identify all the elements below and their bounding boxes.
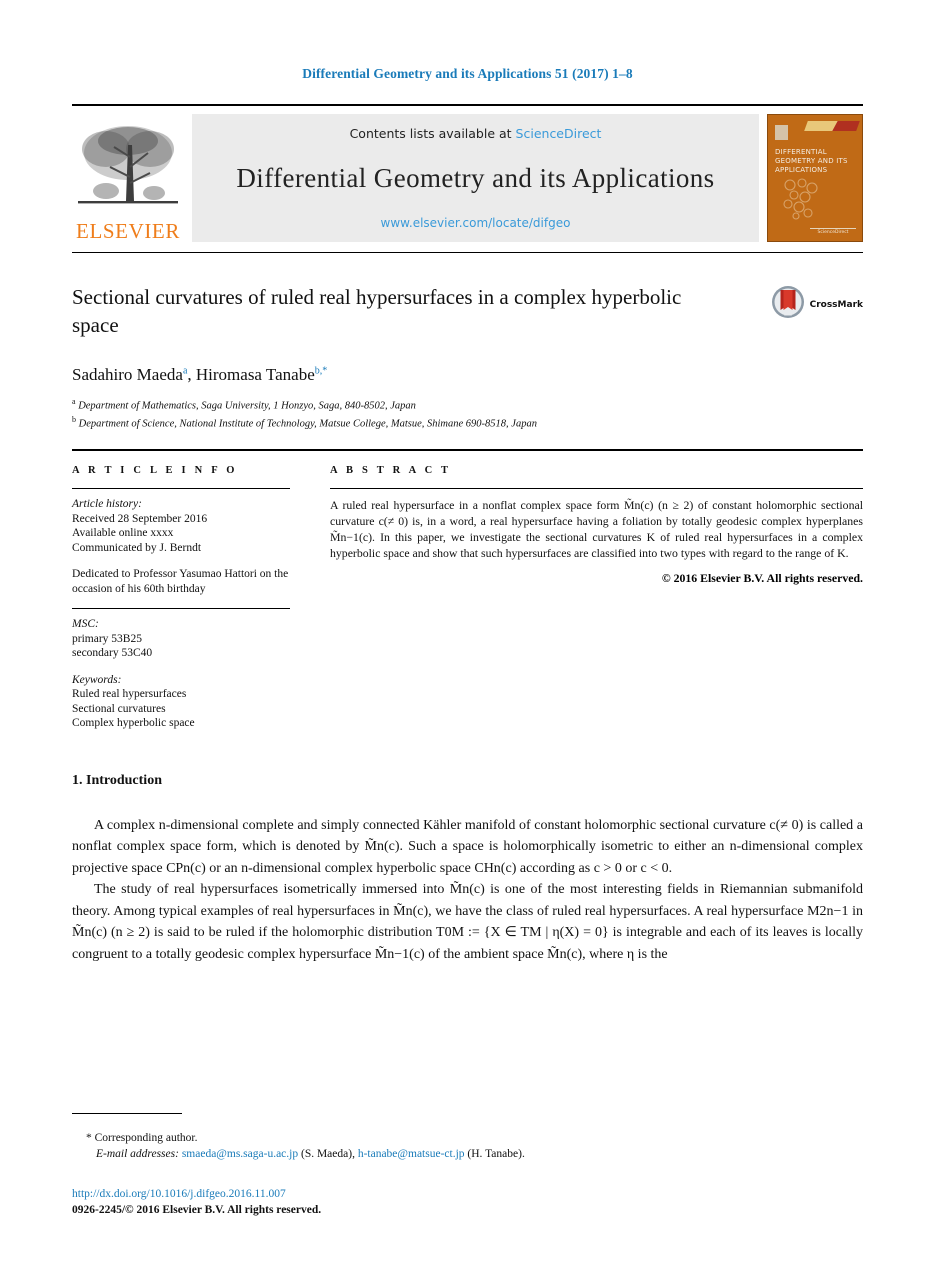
footnote-block: * Corresponding author. E-mail addresses… bbox=[72, 1130, 862, 1162]
corresponding-author-note: * Corresponding author. bbox=[72, 1130, 862, 1146]
author-name-2[interactable]: Hiromasa Tanabe bbox=[196, 365, 315, 384]
abstract-copyright: © 2016 Elsevier B.V. All rights reserved… bbox=[661, 571, 863, 585]
section-heading-introduction: 1. Introduction bbox=[72, 773, 863, 789]
crossmark-badge[interactable]: CrossMark bbox=[771, 285, 863, 324]
article-info-column: A R T I C L E I N F O Article history: R… bbox=[72, 465, 290, 731]
article-history-block: Article history: Received 28 September 2… bbox=[72, 497, 290, 555]
abstract-rule: A ruled real hypersurface in a nonflat c… bbox=[330, 488, 863, 586]
affiliation-a: a Department of Mathematics, Saga Univer… bbox=[72, 395, 762, 413]
footnote-rule bbox=[72, 1113, 182, 1114]
corresponding-text: Corresponding author. bbox=[94, 1132, 198, 1144]
journal-cover-image: DIFFERENTIAL GEOMETRY AND ITS APPLICATIO… bbox=[767, 114, 863, 242]
affiliation-b: b Department of Science, National Instit… bbox=[72, 413, 762, 431]
dedication-block: Dedicated to Professor Yasumao Hattori o… bbox=[72, 568, 289, 595]
contents-line: Contents lists available at ScienceDirec… bbox=[350, 126, 602, 141]
journal-title: Differential Geometry and its Applicatio… bbox=[236, 163, 715, 193]
page-title: Sectional curvatures of ruled real hyper… bbox=[72, 285, 682, 337]
cover-swoosh-graphic bbox=[804, 121, 860, 131]
abstract-heading: A B S T R A C T bbox=[330, 465, 452, 476]
email-link-2[interactable]: h-tanabe@matsue-ct.jp bbox=[358, 1148, 465, 1160]
elsevier-logo: ELSEVIER bbox=[72, 114, 184, 242]
msc-primary: primary 53B25 bbox=[72, 632, 142, 645]
msc-block: MSC: primary 53B25 secondary 53C40 bbox=[72, 617, 290, 661]
cover-elsevier-mark-icon bbox=[775, 125, 788, 140]
affiliation-marker-a: a bbox=[72, 397, 76, 406]
section-number: 1. bbox=[72, 772, 83, 788]
affiliation-text-a: Department of Mathematics, Saga Universi… bbox=[78, 400, 416, 412]
info-abstract-area: A R T I C L E I N F O Article history: R… bbox=[72, 451, 863, 731]
keyword-item: Sectional curvatures bbox=[72, 702, 166, 715]
contents-prefix: Contents lists available at bbox=[349, 126, 516, 141]
journal-cover-thumbnail[interactable]: DIFFERENTIAL GEOMETRY AND ITS APPLICATIO… bbox=[767, 114, 863, 242]
doi-link[interactable]: http://dx.doi.org/10.1016/j.difgeo.2016.… bbox=[72, 1186, 321, 1202]
cover-footer-text: ScienceDirect bbox=[810, 228, 856, 235]
elsevier-wordmark: ELSEVIER bbox=[76, 219, 180, 243]
sciencedirect-link[interactable]: ScienceDirect bbox=[516, 126, 602, 141]
intro-paragraph-1: A complex n-dimensional complete and sim… bbox=[72, 817, 863, 876]
article-history-label: Article history: bbox=[72, 498, 142, 510]
msc-label: MSC: bbox=[72, 618, 99, 630]
article-info-heading: A R T I C L E I N F O bbox=[72, 465, 238, 476]
intro-paragraph-2: The study of real hypersurfaces isometri… bbox=[72, 882, 863, 962]
msc-secondary: secondary 53C40 bbox=[72, 647, 153, 659]
email-note: E-mail addresses: smaeda@ms.saga-u.ac.jp… bbox=[72, 1146, 862, 1162]
running-head: Differential Geometry and its Applicatio… bbox=[302, 66, 633, 81]
affiliation-text-b: Department of Science, National Institut… bbox=[78, 418, 537, 430]
keyword-item: Complex hyperbolic space bbox=[72, 717, 195, 729]
history-received: Received 28 September 2016 bbox=[72, 512, 208, 525]
keyword-item: Ruled real hypersurfaces bbox=[72, 688, 187, 700]
affiliation-marker-b: b bbox=[72, 415, 76, 424]
journal-banner: Contents lists available at ScienceDirec… bbox=[192, 114, 759, 242]
journal-url-link[interactable]: www.elsevier.com/locate/difgeo bbox=[381, 216, 571, 230]
author-list: Sadahiro Maedaa, Hiromasa Tanabeb,* bbox=[72, 365, 328, 384]
crossmark-icon bbox=[771, 285, 805, 324]
paper-page: Differential Geometry and its Applicatio… bbox=[0, 0, 935, 1266]
issn-copyright-line: 0926-2245/© 2016 Elsevier B.V. All right… bbox=[72, 1204, 322, 1216]
history-communicated: Communicated by J. Berndt bbox=[72, 541, 202, 554]
corresponding-marker: * bbox=[86, 1132, 92, 1144]
history-online: Available online xxxx bbox=[72, 527, 174, 539]
doi-block: http://dx.doi.org/10.1016/j.difgeo.2016.… bbox=[72, 1186, 321, 1218]
keywords-label: Keywords: bbox=[72, 673, 122, 686]
abstract-text: A ruled real hypersurface in a nonflat c… bbox=[330, 498, 863, 560]
article-info-rule: Article history: Received 28 September 2… bbox=[72, 488, 290, 596]
section-title: Introduction bbox=[86, 772, 162, 788]
author-affil-marker-1[interactable]: a bbox=[183, 365, 187, 376]
title-column: Sectional curvatures of ruled real hyper… bbox=[72, 283, 771, 339]
affiliations: a Department of Mathematics, Saga Univer… bbox=[72, 395, 762, 431]
author-name-1[interactable]: Sadahiro Maeda bbox=[72, 365, 183, 384]
article-title-area: Sectional curvatures of ruled real hyper… bbox=[72, 252, 863, 339]
msc-rule: MSC: primary 53B25 secondary 53C40 Keywo… bbox=[72, 608, 290, 731]
email-label: E-mail addresses: bbox=[96, 1148, 179, 1160]
introduction-body: A complex n-dimensional complete and sim… bbox=[72, 815, 863, 966]
email-owner-1: (S. Maeda), bbox=[300, 1148, 355, 1160]
email-owner-2: (H. Tanabe). bbox=[467, 1148, 525, 1160]
cover-title-text: DIFFERENTIAL GEOMETRY AND ITS APPLICATIO… bbox=[775, 148, 848, 174]
email-link-1[interactable]: smaeda@ms.saga-u.ac.jp bbox=[182, 1148, 298, 1160]
cover-artwork bbox=[778, 177, 838, 221]
elsevier-tree-icon bbox=[76, 123, 180, 219]
abstract-column: A B S T R A C T A ruled real hypersurfac… bbox=[330, 465, 863, 731]
crossmark-label: CrossMark bbox=[809, 299, 863, 310]
keywords-block: Keywords: Ruled real hypersurfaces Secti… bbox=[72, 673, 290, 731]
msc-spacer bbox=[72, 661, 290, 673]
journal-masthead: ELSEVIER Contents lists available at Sci… bbox=[72, 104, 863, 242]
author-affil-marker-2[interactable]: b,* bbox=[315, 365, 328, 376]
